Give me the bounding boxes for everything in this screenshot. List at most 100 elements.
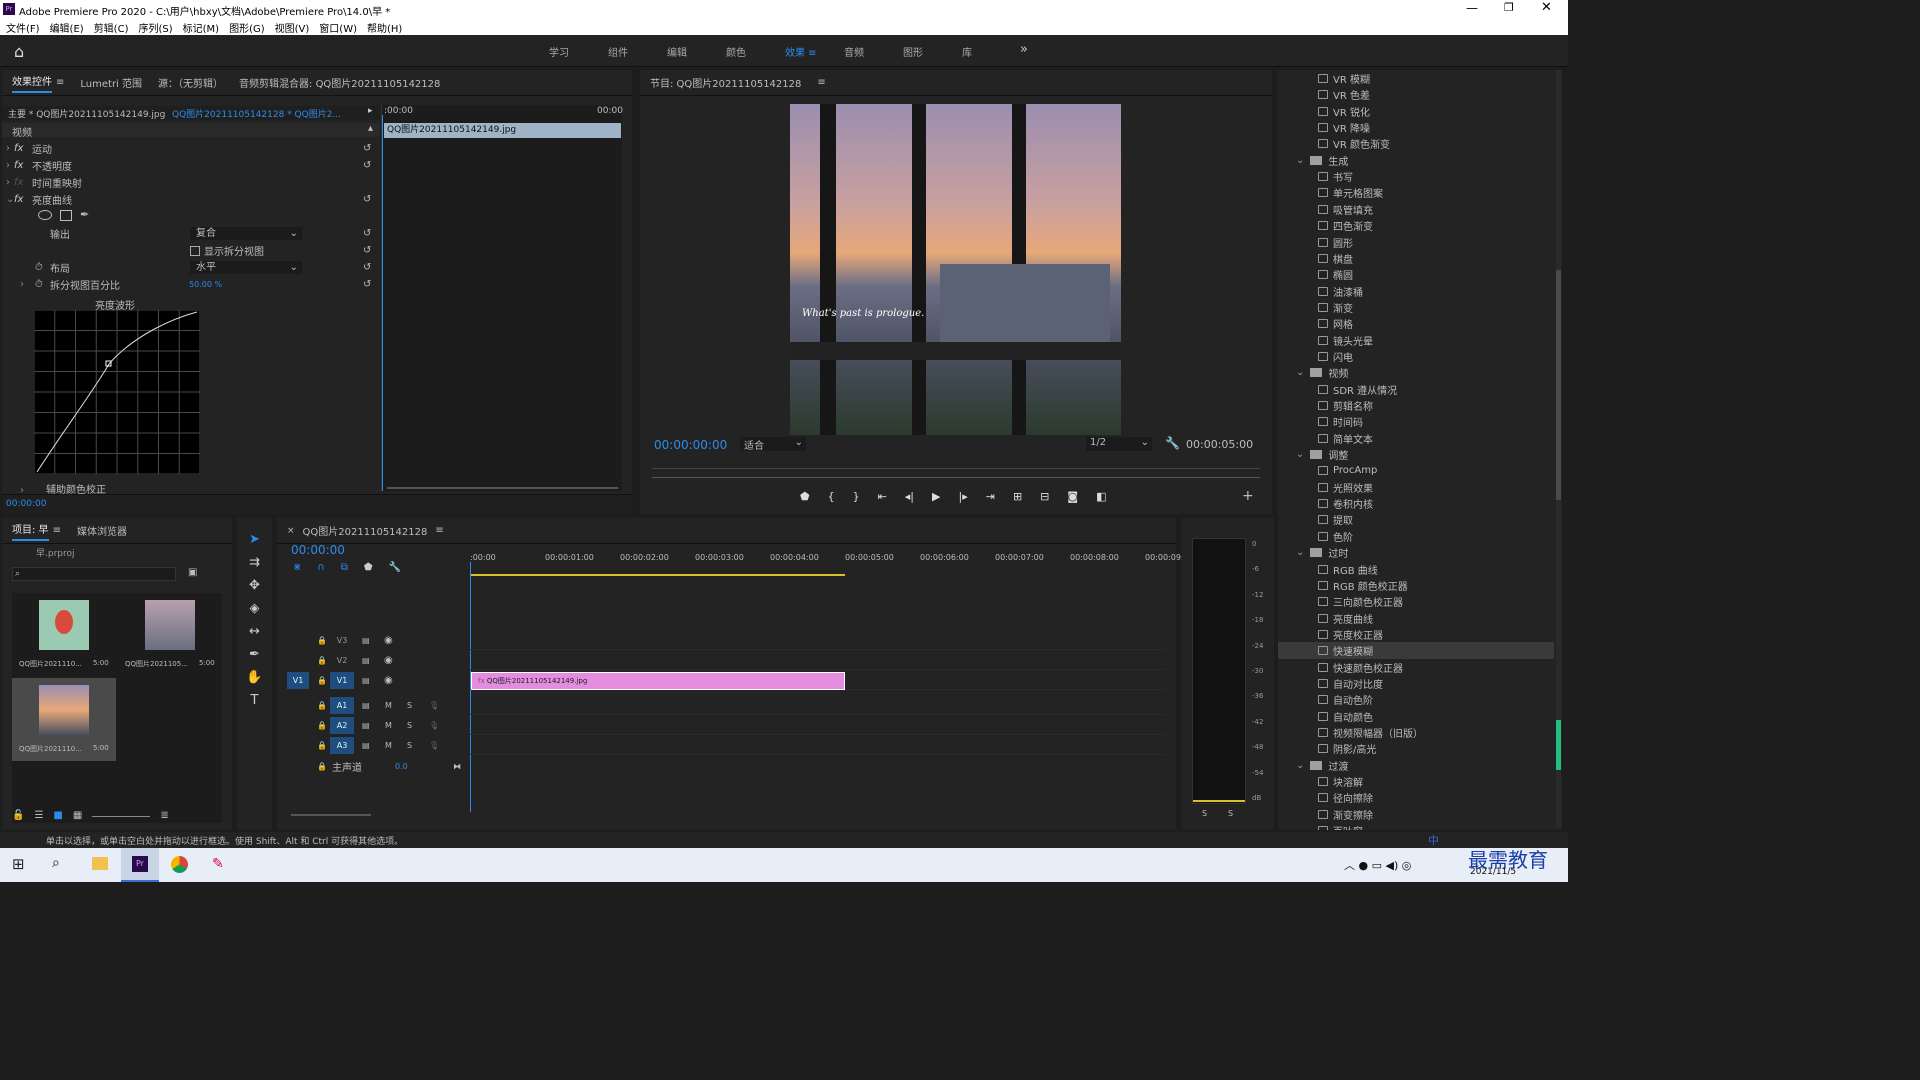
menu-item[interactable]: 视图(V) [275,20,310,35]
master-clip-label[interactable]: 主要 * QQ图片20211105142149.jpg [8,107,165,120]
workspace-tab[interactable]: 颜色 [726,44,785,59]
effect-item[interactable]: 阴影/高光 [1278,740,1554,757]
menu-item[interactable]: 窗口(W) [319,20,357,35]
lock-icon[interactable]: 🔒 [317,656,327,665]
effect-item[interactable]: 闪电 [1278,348,1554,365]
effect-item[interactable]: 书写 [1278,168,1554,185]
timeline-settings-icon[interactable]: 🔧 [389,562,401,573]
timeline-horizontal-scrollbar[interactable] [291,814,371,816]
effect-item[interactable]: 圆形 [1278,234,1554,251]
effect-item[interactable]: 亮度校正器 [1278,626,1554,643]
timeline-timecode[interactable]: 00:00:00 [291,543,345,557]
new-bin-icon[interactable]: ▣ [188,567,197,578]
effect-item[interactable]: 椭圆 [1278,266,1554,283]
menu-item[interactable]: 序列(S) [138,20,172,35]
param-value[interactable]: 50.00 % [189,280,222,289]
sort-icon[interactable]: ≣ [160,810,168,821]
razor-tool-icon[interactable]: ◈ [250,601,260,616]
ec-clip-bar[interactable]: QQ图片20211105142149.jpg [384,123,621,138]
reset-icon[interactable]: ↺ [363,262,371,273]
icon-view-icon[interactable]: ■ [53,810,62,821]
mic-icon[interactable]: 🎙 [429,701,439,710]
lock-icon[interactable]: 🔒 [317,676,327,685]
workspace-tab[interactable]: 效果 ≡ [785,44,844,59]
sequence-tab[interactable]: QQ图片20211105142128 [303,523,428,538]
effect-item[interactable]: 渐变 [1278,299,1554,316]
effects-folder[interactable]: ⌄ 视频 [1278,364,1554,381]
effect-item[interactable]: 色阶 [1278,528,1554,545]
fx-icon[interactable]: fx [14,143,32,154]
maximize-button[interactable]: ❐ [1504,1,1514,14]
workspace-tab[interactable]: 组件 [608,44,667,59]
tab-media-browser[interactable]: 媒体浏览器 [77,523,127,538]
effect-item[interactable]: 提取 [1278,511,1554,528]
mute-button[interactable]: M [385,721,392,730]
eye-icon[interactable]: ◉ [384,655,393,666]
sequence-clip-label[interactable]: QQ图片20211105142128 * QQ图片2... [172,107,341,120]
mute-button[interactable]: M [385,701,392,710]
lock-icon[interactable]: 🔒 [317,701,327,710]
chrome-icon[interactable] [171,856,188,873]
timeline-ruler[interactable]: :00:00 00:00:01:00 00:00:02:00 00:00:03:00 0… [470,548,1184,574]
go-to-in-icon[interactable]: ⇤ [878,490,887,503]
eye-icon[interactable]: ◉ [384,675,393,686]
split-view-checkbox-row[interactable]: 显示拆分视图 ↺ [2,242,380,259]
lock-icon[interactable]: 🔒 [317,721,327,730]
param-dropdown[interactable]: 复合 ⌄ [190,227,302,240]
eye-icon[interactable]: ◉ [384,635,393,646]
lift-icon[interactable]: ⊞ [1013,490,1022,503]
ripple-edit-tool-icon[interactable]: ✥ [249,578,260,593]
minimize-button[interactable]: — [1466,1,1478,15]
effect-item[interactable]: 镜头光晕 [1278,332,1554,349]
lock-icon[interactable]: 🔒 [317,762,327,771]
split-view-checkbox[interactable] [190,245,200,256]
sync-lock-icon[interactable]: ▤ [362,636,370,645]
workspace-tab[interactable]: 音频 [844,44,903,59]
snap-icon[interactable]: ∩ [317,562,324,573]
effect-item[interactable]: ProcAmp [1278,462,1554,479]
pen-tool-icon[interactable]: ✒ [249,647,260,662]
go-to-end-icon[interactable]: ⧓ [453,762,461,771]
param-dropdown[interactable]: 水平 ⌄ [190,261,302,274]
menu-item[interactable]: 图形(G) [229,20,265,35]
windows-start-icon[interactable]: ⊞ [12,855,25,873]
source-patch[interactable] [287,717,309,734]
mark-in-icon[interactable]: { [828,490,835,503]
go-to-out-icon[interactable]: ⇥ [986,490,995,503]
solo-left-button[interactable]: S [1202,809,1207,818]
sync-lock-icon[interactable]: ▤ [362,721,370,730]
solo-right-button[interactable]: S [1228,809,1233,818]
effect-item[interactable]: VR 降噪 [1278,119,1554,136]
workspace-tab[interactable]: 图形 [903,44,962,59]
master-volume-value[interactable]: 0.0 [395,762,408,771]
track-target[interactable]: V1 [330,672,354,689]
rectangle-mask-icon[interactable] [60,210,72,221]
menu-item[interactable]: 帮助(H) [367,20,402,35]
reset-icon[interactable]: ↺ [363,245,371,256]
timeline-clip[interactable]: fx QQ图片20211105142149.jpg [471,672,845,690]
track-target[interactable]: A3 [330,737,354,754]
export-frame-icon[interactable]: ◙ [1067,490,1078,503]
menu-item[interactable]: 文件(F) [6,20,40,35]
fx-icon[interactable]: fx [14,177,32,188]
panel-menu-icon[interactable]: ≡ [56,77,64,88]
source-patch[interactable]: V1 [287,672,309,689]
step-forward-icon[interactable]: |▸ [958,490,967,503]
effect-item[interactable]: 视频限幅器（旧版） [1278,724,1554,741]
program-title[interactable]: 节目: QQ图片20211105142128 [650,75,801,90]
add-marker-icon[interactable]: ⬟ [364,562,373,573]
ime-indicator[interactable]: 中 [1428,832,1439,848]
luma-curve-graph[interactable] [34,310,200,474]
workspace-tab[interactable]: 库 [962,44,1021,59]
effect-item[interactable]: 快速颜色校正器 [1278,659,1554,676]
effect-item[interactable]: 时间码 [1278,413,1554,430]
source-patch[interactable] [287,697,309,714]
program-time-ruler[interactable] [652,459,1260,469]
effect-item[interactable]: 自动颜色 [1278,708,1554,725]
selection-tool-icon[interactable]: ➤ [249,532,260,547]
fit-dropdown[interactable]: 适合 ⌄ [740,437,806,452]
compare-icon[interactable]: ◧ [1096,490,1106,503]
track-target[interactable]: V2 [330,652,354,669]
home-icon[interactable]: ⌂ [14,42,24,61]
ec-zoom-scrollbar[interactable] [387,487,618,489]
